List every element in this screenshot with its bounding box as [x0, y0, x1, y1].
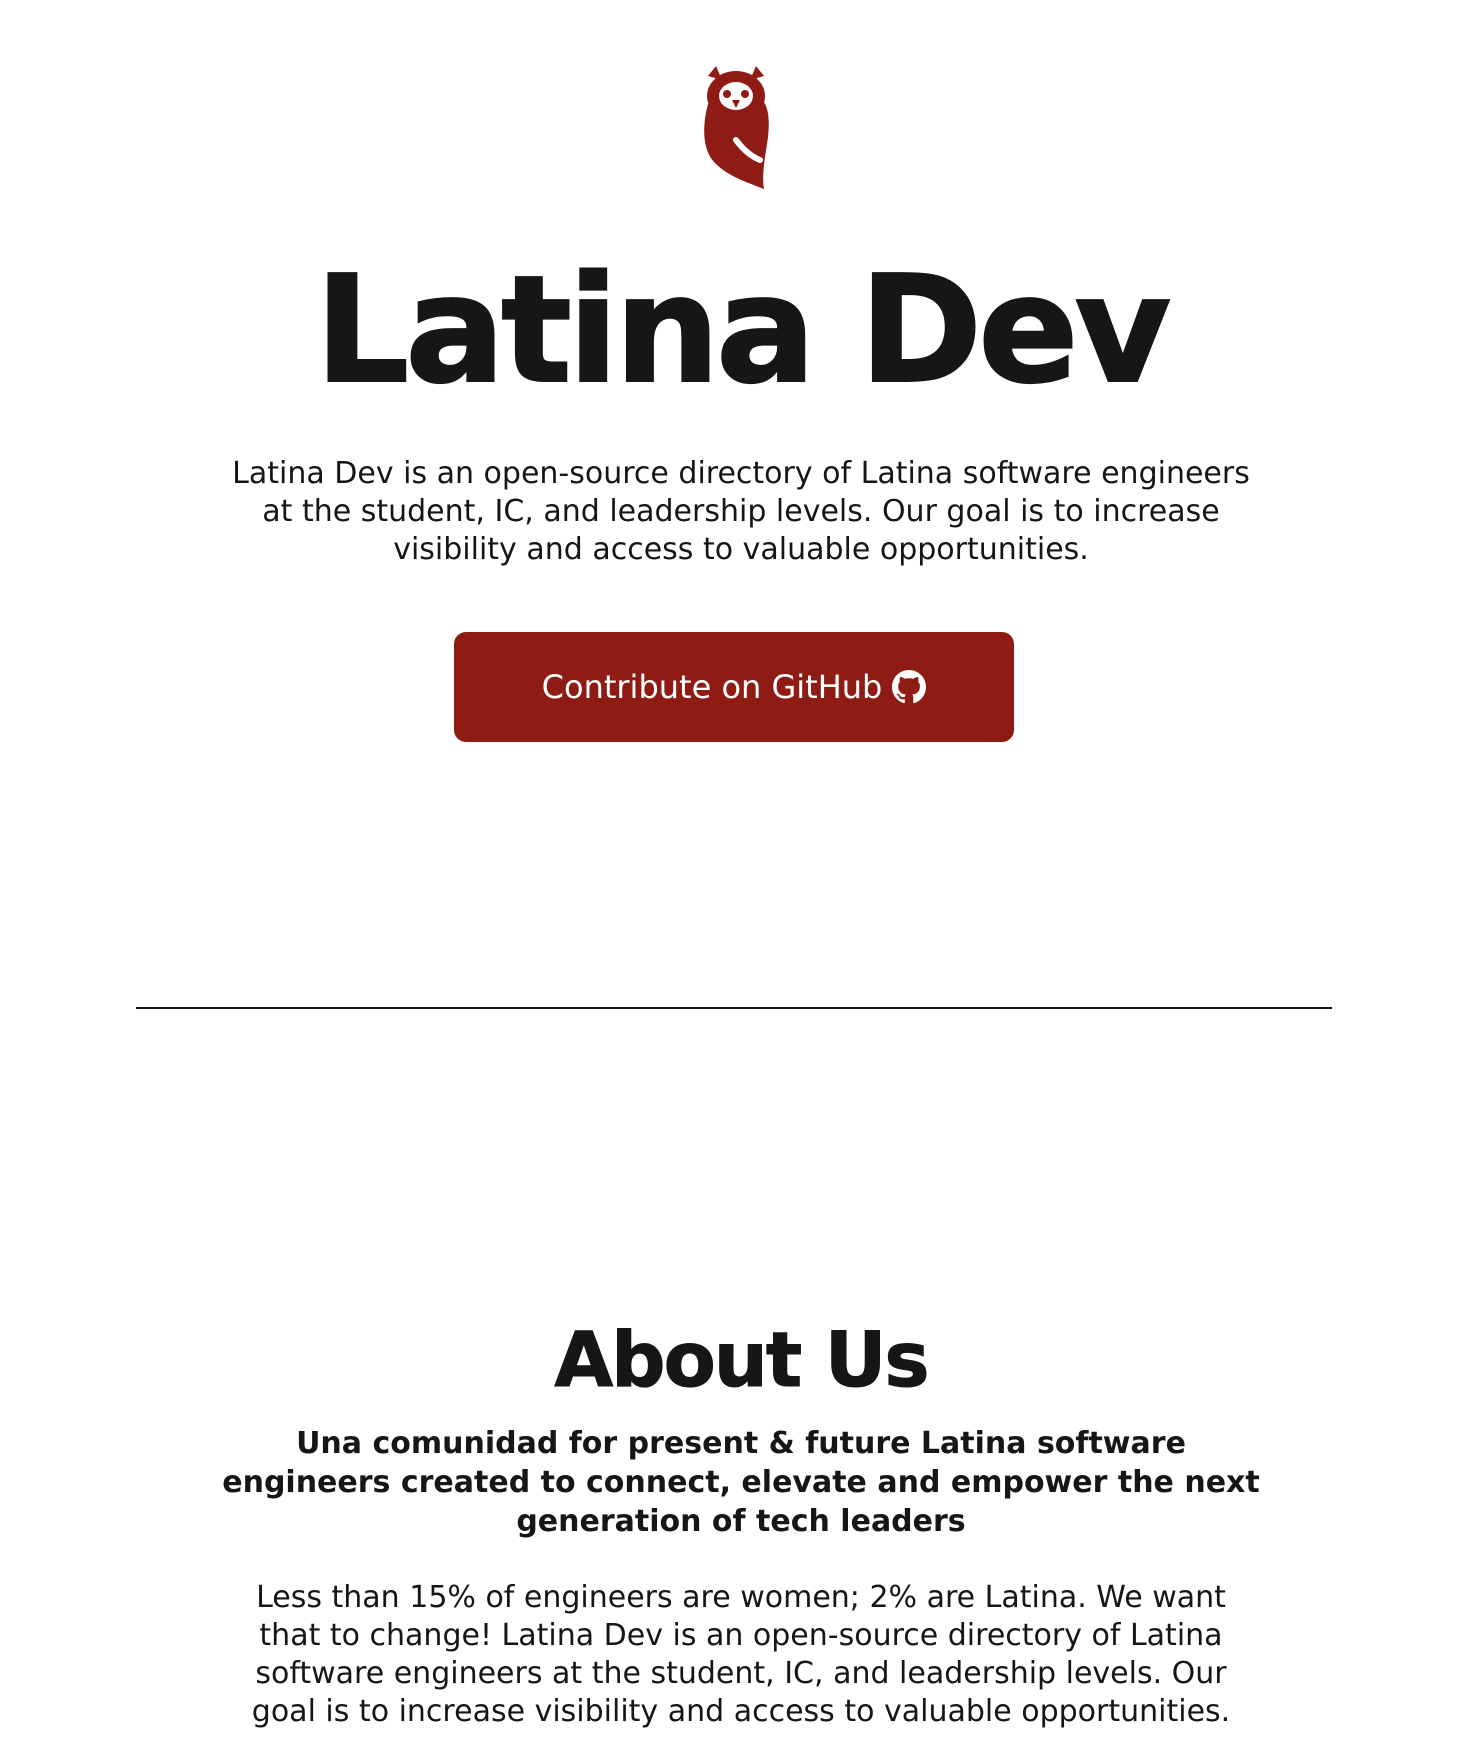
contribute-button-label: Contribute on GitHub [541, 668, 883, 706]
section-divider [136, 1007, 1332, 1009]
hero-title: Latina Dev [314, 244, 1172, 416]
owl-logo-icon[interactable] [702, 66, 770, 189]
about-title: About Us [554, 1315, 930, 1405]
about-body: Less than 15% of engineers are women; 2%… [251, 1580, 1231, 1729]
hero-description: Latina Dev is an open-source directory o… [232, 456, 1250, 567]
contribute-on-github-button[interactable]: Contribute on GitHub [454, 632, 1014, 742]
about-subtitle: Una comunidad for present & future Latin… [222, 1426, 1260, 1539]
github-icon [892, 670, 927, 704]
page: Latina Dev Latina Dev is an open-source … [0, 0, 1482, 1738]
